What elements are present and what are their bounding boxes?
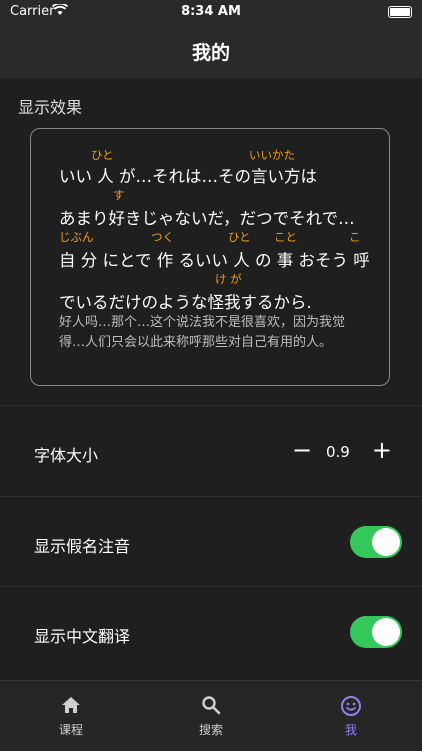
home-icon <box>41 695 101 721</box>
ruby-text: こ <box>349 230 361 244</box>
tab-me[interactable]: 我 <box>321 695 381 738</box>
font-size-label: 字体大小 <box>34 446 99 465</box>
tab-search[interactable]: 搜索 <box>181 695 241 738</box>
ruby-text: こと <box>274 230 297 244</box>
divider <box>0 496 422 497</box>
divider <box>0 586 422 587</box>
font-size-stepper: − 0.9 + <box>292 436 392 464</box>
smiley-icon <box>321 695 381 721</box>
preview-line: あまり好きじゃないだ，だつでそれで… <box>59 209 355 228</box>
ruby-text: ひと <box>91 148 114 162</box>
divider <box>0 405 422 406</box>
kana-toggle[interactable] <box>350 526 402 558</box>
tab-courses[interactable]: 课程 <box>41 695 101 738</box>
translation-toggle[interactable] <box>350 616 402 648</box>
nav-bar: 我的 <box>0 24 422 78</box>
tab-label: 我 <box>344 723 357 737</box>
ruby-text: け が <box>215 272 242 286</box>
battery-icon <box>388 6 412 18</box>
status-time: 8:34 AM <box>181 4 241 19</box>
increase-font-button[interactable]: + <box>372 436 392 464</box>
page-title: 我的 <box>191 42 230 64</box>
preview-card: ひと いいかた いい 人 が…それは…その言い方は す あまり好きじゃないだ，だ… <box>30 128 390 386</box>
preview-line: いい 人 が…それは…その言い方は <box>59 167 317 186</box>
ruby-text: つく <box>151 230 174 244</box>
preview-line: 自 分 にとで 作 るいい 人 の 事 おそう 呼 <box>59 251 370 270</box>
toggle-knob <box>372 528 400 556</box>
ruby-text: ひと <box>228 230 251 244</box>
tab-label: 搜索 <box>198 723 223 737</box>
translation-text: 好人吗…那个…这个说法我不是很喜欢，因为我觉得…人们只会以此来称呼那些对自己有用… <box>59 315 346 350</box>
kana-toggle-label: 显示假名注音 <box>34 537 131 556</box>
decrease-font-button[interactable]: − <box>292 436 312 464</box>
status-bar: Carrier 8:34 AM <box>0 0 422 24</box>
search-icon <box>181 695 241 721</box>
ruby-text: す <box>113 188 125 202</box>
section-label: 显示效果 <box>18 98 83 117</box>
ruby-text: いいかた <box>249 148 295 162</box>
translation-toggle-label: 显示中文翻译 <box>34 627 131 646</box>
font-size-value: 0.9 <box>326 443 350 461</box>
tab-label: 课程 <box>58 723 83 737</box>
ruby-text: じぶん <box>59 230 94 244</box>
tab-bar: 课程 搜索 我 <box>0 680 422 751</box>
toggle-knob <box>372 618 400 646</box>
preview-line: でいるだけのような怪我するから. <box>59 293 312 312</box>
